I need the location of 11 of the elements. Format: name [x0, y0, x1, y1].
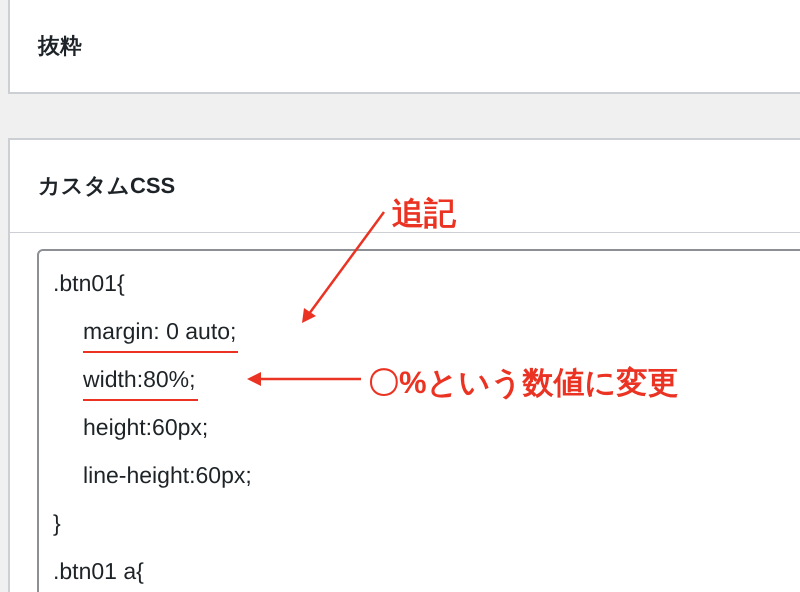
- panel-title: 抜粋: [38, 32, 82, 60]
- code-line: width:80%;: [83, 366, 198, 400]
- code-line: .btn01 a{: [53, 558, 145, 586]
- code-line: line-height:60px;: [83, 462, 253, 490]
- panel-title: カスタムCSS: [38, 172, 176, 200]
- code-line: }: [53, 510, 62, 538]
- code-line: .btn01{: [53, 270, 126, 298]
- annotation-label: 〇%という数値に変更: [368, 364, 679, 402]
- annotation-label: 追記: [392, 194, 456, 233]
- code-line: margin: 0 auto;: [83, 318, 238, 352]
- code-line: height:60px;: [83, 414, 210, 442]
